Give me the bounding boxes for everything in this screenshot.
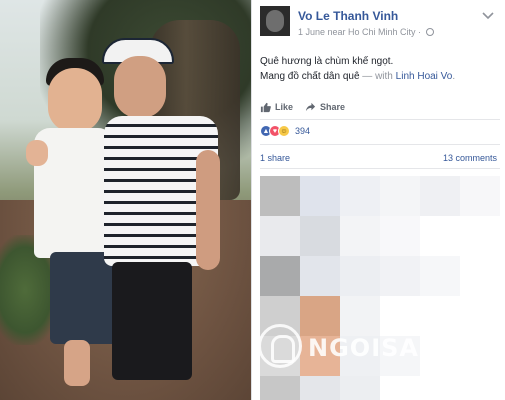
blur-tile (340, 176, 380, 216)
blur-tile (460, 176, 500, 216)
blur-tile (340, 296, 380, 336)
blur-tile (340, 216, 380, 256)
blurred-comments (260, 172, 500, 400)
globe-icon (425, 28, 434, 36)
tagged-user-link[interactable]: Linh Hoai Vo (396, 71, 453, 82)
blur-tile (300, 256, 340, 296)
blur-tile (340, 256, 380, 296)
divider-middle (260, 144, 500, 145)
blur-tile (420, 256, 460, 296)
person-right-face (114, 56, 166, 118)
reaction-count[interactable]: 394 (295, 126, 310, 136)
caption-line-2-text: Mang đồ chất dân quê (260, 71, 360, 82)
like-button[interactable]: Like (260, 100, 293, 114)
share-arrow-icon (305, 102, 316, 111)
blur-tile (300, 376, 340, 400)
share-label: Share (320, 102, 346, 112)
blur-tile (260, 376, 300, 400)
blur-tile (300, 336, 340, 376)
with-prefix: — with (359, 71, 396, 82)
post-actions: Like Share (260, 100, 345, 114)
blur-tile (380, 176, 420, 216)
blur-tile (420, 176, 460, 216)
reactions-summary[interactable]: ▲ ♥ ☺ 394 (260, 124, 310, 138)
caption-line-1: Quê hương là chùm khế ngọt. (260, 56, 394, 67)
post-panel: Vo Le Thanh Vinh 1 June near Ho Chi Minh… (252, 0, 505, 400)
thumbs-up-icon (260, 102, 271, 112)
divider-bottom (260, 168, 500, 169)
post-photo[interactable] (0, 0, 252, 400)
v-sign-hand (26, 140, 48, 166)
blur-tile (300, 176, 340, 216)
tagged-suffix: . (452, 71, 456, 82)
person-right-shorts (112, 262, 192, 380)
blur-tile (260, 296, 300, 336)
post-caption: Quê hương là chùm khế ngọt. Mang đồ chất… (260, 54, 498, 84)
like-label: Like (275, 102, 294, 112)
haha-reaction-icon: ☺ (278, 125, 290, 137)
blur-tile (380, 256, 420, 296)
blur-tile (260, 176, 300, 216)
caption-line-2: Mang đồ chất dân quê — with Linh Hoai Vo… (260, 69, 498, 84)
avatar[interactable] (260, 6, 290, 36)
person-right-arm (196, 150, 220, 270)
post-meta: 1 June near Ho Chi Minh City · (298, 27, 434, 37)
shares-count[interactable]: 1 share (260, 153, 290, 163)
blur-tile (340, 376, 380, 400)
post-header: Vo Le Thanh Vinh 1 June near Ho Chi Minh… (260, 6, 500, 44)
post-meta-text[interactable]: 1 June near Ho Chi Minh City · (298, 27, 421, 37)
comments-count[interactable]: 13 comments (443, 153, 497, 163)
person-left-face (48, 68, 102, 132)
chevron-down-icon[interactable] (482, 11, 494, 21)
blur-tile (380, 336, 420, 376)
author-name[interactable]: Vo Le Thanh Vinh (298, 9, 398, 23)
blur-tile (260, 256, 300, 296)
blur-tile (340, 336, 380, 376)
share-button[interactable]: Share (305, 100, 345, 114)
blur-tile (260, 336, 300, 376)
divider-top (260, 119, 500, 120)
blur-tile (380, 216, 420, 256)
blur-tile (300, 216, 340, 256)
blur-tile (300, 296, 340, 336)
person-left-leg (64, 340, 90, 386)
blur-tile (260, 216, 300, 256)
